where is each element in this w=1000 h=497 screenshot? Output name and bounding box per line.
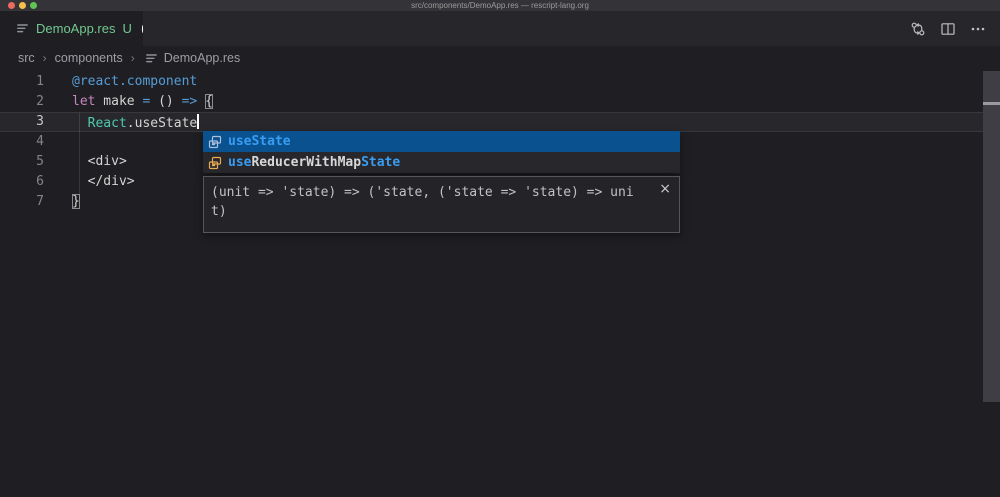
close-icon[interactable]: × [659,182,671,196]
split-editor-icon[interactable] [940,21,956,37]
suggestion-label: useState [228,134,291,149]
docs-line: (unit => 'state) => ('state, ('state => … [211,183,653,202]
editor-actions [910,11,986,46]
symbol-value-icon [207,155,223,171]
code-text: <div> [44,152,127,172]
code-text: </div> [44,172,135,192]
ellipsis-icon[interactable] [970,21,986,37]
docs-line: t) [211,202,653,221]
tab-label: DemoApp.res [36,21,115,36]
breadcrumb-src[interactable]: src [18,51,35,65]
suggestion-item[interactable]: useState [203,131,680,152]
line-number: 4 [0,132,44,152]
line-number: 7 [0,192,44,212]
git-status-badge: U [122,21,131,36]
breadcrumb: src › components › DemoApp.res [0,46,1000,70]
line-number: 5 [0,152,44,172]
text-cursor [197,114,199,129]
breadcrumb-file[interactable]: DemoApp.res [164,51,240,65]
window-title: src/components/DemoApp.res — rescript-la… [0,0,1000,11]
suggest-widget: useState useReducerWithMapState [203,131,680,173]
symbol-value-icon [207,134,223,150]
type-signature: (unit => 'state) => ('state, ('state => … [211,183,653,221]
rescript-file-icon [145,52,158,65]
line-number: 3 [0,112,44,132]
tab-bar: DemoApp.res U [0,11,1000,46]
rescript-file-icon [16,22,29,35]
code-text: } [44,192,80,212]
suggest-docs-panel: (unit => 'state) => ('state, ('state => … [203,176,680,233]
vscode-window: src/components/DemoApp.res — rescript-la… [0,0,1000,497]
git-compare-icon[interactable] [910,21,926,37]
code-text: let make = () => { [44,92,213,112]
suggestion-label: useReducerWithMapState [228,155,400,170]
line-number: 6 [0,172,44,192]
suggestion-item[interactable]: useReducerWithMapState [203,152,680,173]
chevron-right-icon: › [131,51,135,65]
code-line-2[interactable]: 2let make = () => { [0,92,1000,112]
code-text: React.useState [44,112,199,132]
titlebar: src/components/DemoApp.res — rescript-la… [0,0,1000,11]
chevron-right-icon: › [43,51,47,65]
code-line-3[interactable]: 3 React.useState [0,112,1000,132]
vertical-scrollbar[interactable] [983,71,1000,402]
code-line-1[interactable]: 1@react.component [0,72,1000,92]
modified-dot-icon[interactable] [142,25,143,33]
line-number: 1 [0,72,44,92]
code-text: @react.component [44,72,197,92]
breadcrumb-components[interactable]: components [55,51,123,65]
code-text [44,132,72,152]
line-number: 2 [0,92,44,112]
tab-demoapp-res[interactable]: DemoApp.res U [0,11,143,46]
overview-ruler-cursor-marker [983,102,1000,105]
